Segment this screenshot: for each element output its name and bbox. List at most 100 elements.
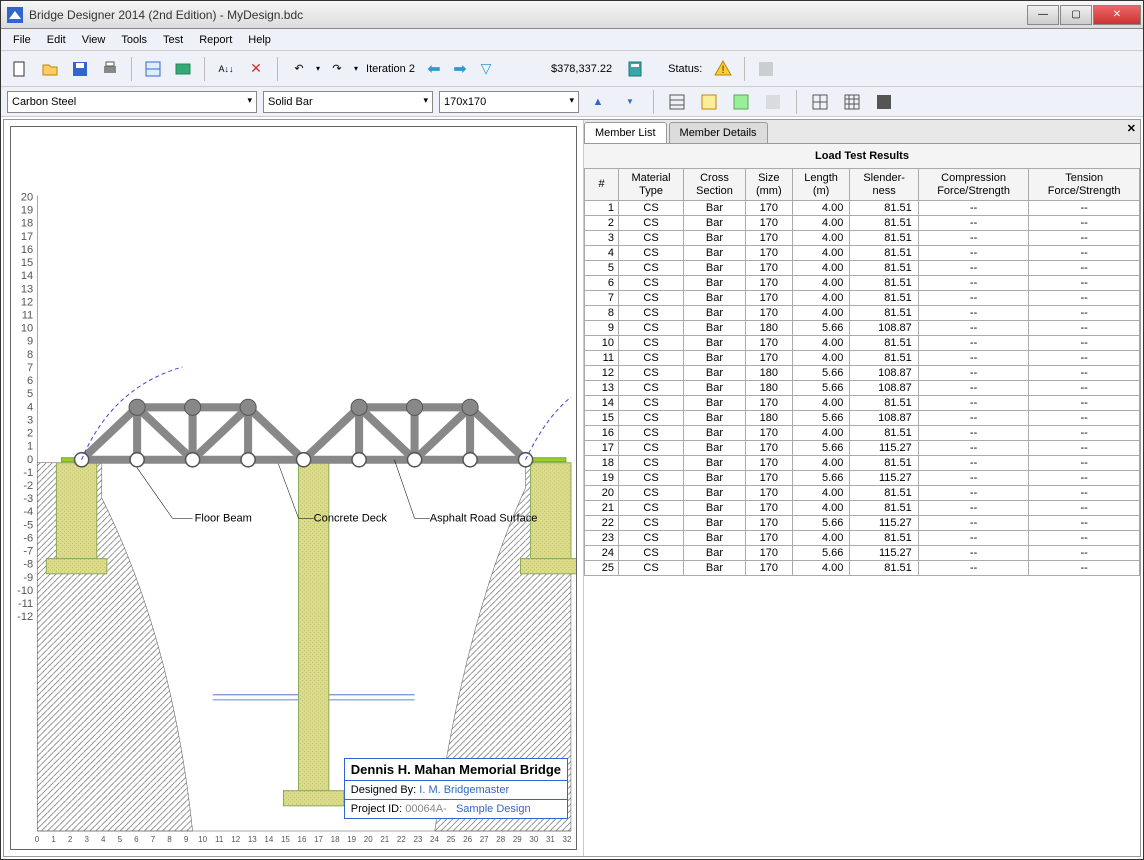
- col-header[interactable]: Length(m): [792, 169, 850, 201]
- svg-text:11: 11: [22, 310, 34, 322]
- svg-text:-9: -9: [23, 572, 33, 584]
- decrease-size-button[interactable]: ▼: [617, 89, 643, 115]
- svg-text:10: 10: [21, 323, 33, 335]
- arrow-right-icon: ➡: [453, 59, 466, 79]
- material-combo[interactable]: Carbon Steel: [7, 91, 257, 113]
- svg-text:0: 0: [27, 454, 33, 466]
- table-row[interactable]: 22CSBar1705.66115.27----: [585, 516, 1140, 531]
- drawing-board-button[interactable]: [140, 56, 166, 82]
- table-row[interactable]: 14CSBar1704.0081.51----: [585, 396, 1140, 411]
- panel-close-button[interactable]: ✕: [1127, 122, 1136, 135]
- table-row[interactable]: 13CSBar1805.66108.87----: [585, 381, 1140, 396]
- menu-edit[interactable]: Edit: [39, 32, 74, 48]
- col-header[interactable]: Slender-ness: [850, 169, 918, 201]
- app-window: Bridge Designer 2014 (2nd Edition) - MyD…: [0, 0, 1144, 860]
- table-row[interactable]: 21CSBar1704.0081.51----: [585, 501, 1140, 516]
- delete-button[interactable]: ✕: [243, 56, 269, 82]
- table-row[interactable]: 17CSBar1705.66115.27----: [585, 441, 1140, 456]
- tab-member-list[interactable]: Member List: [584, 122, 667, 143]
- results-table-wrap[interactable]: #MaterialTypeCrossSectionSize(mm)Length(…: [584, 168, 1140, 856]
- table-row[interactable]: 11CSBar1704.0081.51----: [585, 351, 1140, 366]
- print-icon: [101, 60, 119, 78]
- tab-member-details[interactable]: Member Details: [669, 122, 768, 143]
- table-row[interactable]: 23CSBar1704.0081.51----: [585, 531, 1140, 546]
- table-row[interactable]: 1CSBar1704.0081.51----: [585, 201, 1140, 216]
- menubar: File Edit View Tools Test Report Help: [1, 29, 1143, 51]
- menu-test[interactable]: Test: [155, 32, 191, 48]
- menu-help[interactable]: Help: [240, 32, 279, 48]
- table-row[interactable]: 20CSBar1704.0081.51----: [585, 486, 1140, 501]
- animate-button[interactable]: [753, 56, 779, 82]
- warning-icon: !: [713, 59, 733, 79]
- section-combo[interactable]: Solid Bar: [263, 91, 433, 113]
- table-row[interactable]: 2CSBar1704.0081.51----: [585, 216, 1140, 231]
- table-row[interactable]: 25CSBar1704.0081.51----: [585, 561, 1140, 576]
- grid-fine-button[interactable]: [871, 89, 897, 115]
- menu-view[interactable]: View: [74, 32, 114, 48]
- undo-dropdown-icon[interactable]: ▾: [316, 64, 320, 73]
- table-row[interactable]: 8CSBar1704.0081.51----: [585, 306, 1140, 321]
- iteration-menu-button[interactable]: ▽: [475, 58, 497, 80]
- svg-text:13: 13: [21, 283, 33, 295]
- col-header[interactable]: CompressionForce/Strength: [918, 169, 1029, 201]
- next-iteration-button[interactable]: ➡: [449, 58, 471, 80]
- graph-icon: [764, 93, 782, 111]
- table-row[interactable]: 3CSBar1704.0081.51----: [585, 231, 1140, 246]
- table-row[interactable]: 19CSBar1705.66115.27----: [585, 471, 1140, 486]
- undo-icon: ↶: [294, 62, 303, 75]
- maximize-button[interactable]: ▢: [1060, 5, 1092, 25]
- right-panel: ✕ Member List Member Details Load Test R…: [584, 120, 1140, 856]
- calculator-button[interactable]: [622, 56, 648, 82]
- svg-text:-8: -8: [23, 559, 33, 571]
- table-row[interactable]: 12CSBar1805.66108.87----: [585, 366, 1140, 381]
- table-row[interactable]: 4CSBar1704.0081.51----: [585, 246, 1140, 261]
- table-row[interactable]: 15CSBar1805.66108.87----: [585, 411, 1140, 426]
- col-header[interactable]: Size(mm): [745, 169, 792, 201]
- view-list-button[interactable]: [664, 89, 690, 115]
- prev-iteration-button[interactable]: ⬅: [423, 58, 445, 80]
- col-header[interactable]: MaterialType: [619, 169, 684, 201]
- save-button[interactable]: [67, 56, 93, 82]
- print-button[interactable]: [97, 56, 123, 82]
- table-row[interactable]: 16CSBar1704.0081.51----: [585, 426, 1140, 441]
- col-header[interactable]: #: [585, 169, 619, 201]
- close-button[interactable]: ✕: [1093, 5, 1141, 25]
- menu-file[interactable]: File: [5, 32, 39, 48]
- view-cost-button[interactable]: [728, 89, 754, 115]
- designer-link[interactable]: I. M. Bridgemaster: [419, 784, 509, 796]
- menu-report[interactable]: Report: [191, 32, 240, 48]
- grid-coarse-button[interactable]: [807, 89, 833, 115]
- view-graph-button[interactable]: [760, 89, 786, 115]
- new-button[interactable]: [7, 56, 33, 82]
- undo-button[interactable]: ↶: [286, 56, 312, 82]
- table-row[interactable]: 24CSBar1705.66115.27----: [585, 546, 1140, 561]
- redo-button[interactable]: ↷: [324, 56, 350, 82]
- increase-size-button[interactable]: ▲: [585, 89, 611, 115]
- table-row[interactable]: 5CSBar1704.0081.51----: [585, 261, 1140, 276]
- table-row[interactable]: 6CSBar1704.0081.51----: [585, 276, 1140, 291]
- open-button[interactable]: [37, 56, 63, 82]
- grid-fine-icon: [875, 93, 893, 111]
- bridge-name: Dennis H. Mahan Memorial Bridge: [345, 759, 567, 781]
- size-combo[interactable]: 170x170: [439, 91, 579, 113]
- table-row[interactable]: 10CSBar1704.0081.51----: [585, 336, 1140, 351]
- grid-medium-button[interactable]: [839, 89, 865, 115]
- design-canvas[interactable]: 20191817161514131211109876543210-1-2-3-4…: [10, 126, 577, 850]
- col-header[interactable]: CrossSection: [684, 169, 746, 201]
- designed-by-row: Designed By: I. M. Bridgemaster: [345, 781, 567, 800]
- redo-dropdown-icon[interactable]: ▾: [354, 64, 358, 73]
- table-row[interactable]: 9CSBar1805.66108.87----: [585, 321, 1140, 336]
- cost-display: $378,337.22: [545, 63, 618, 75]
- minimize-button[interactable]: —: [1027, 5, 1059, 25]
- table-row[interactable]: 18CSBar1704.0081.51----: [585, 456, 1140, 471]
- test-button[interactable]: [170, 56, 196, 82]
- table-row[interactable]: 7CSBar1704.0081.51----: [585, 291, 1140, 306]
- project-id-row: Project ID: 00064A- Sample Design: [345, 800, 567, 818]
- view-detail-button[interactable]: [696, 89, 722, 115]
- col-header[interactable]: TensionForce/Strength: [1029, 169, 1140, 201]
- scenario-link[interactable]: Sample Design: [456, 803, 531, 815]
- menu-tools[interactable]: Tools: [113, 32, 155, 48]
- select-all-button[interactable]: A↓↓: [213, 56, 239, 82]
- x-axis-labels: 0123456789101112131415161718192021222324…: [11, 835, 576, 847]
- title-block: Dennis H. Mahan Memorial Bridge Designed…: [344, 758, 568, 819]
